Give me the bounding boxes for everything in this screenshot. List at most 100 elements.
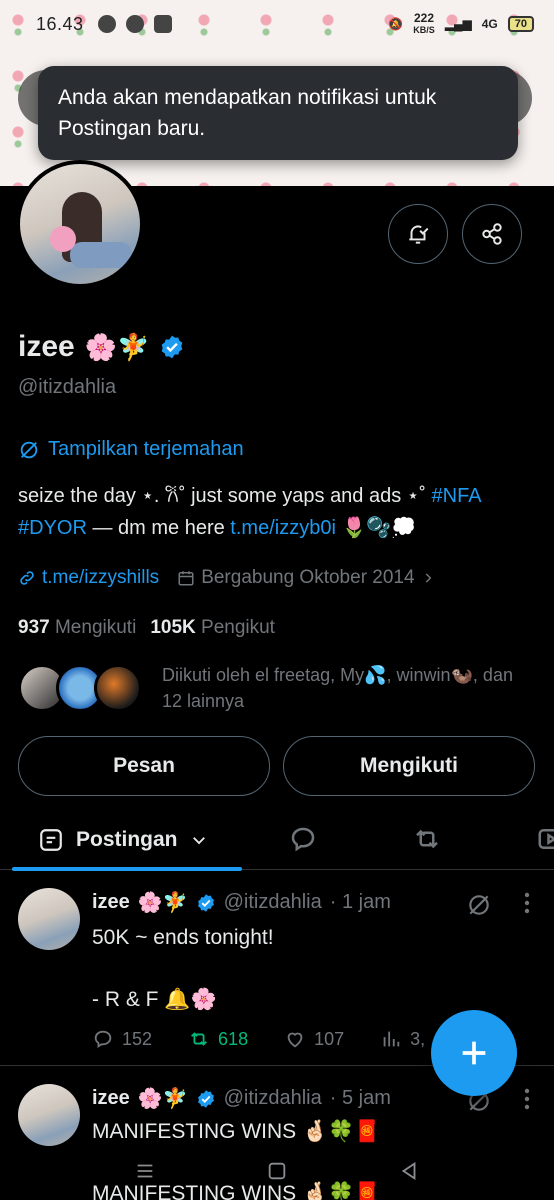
status-bar: 16.43 🔕 222 KB/S ▂▄▆ 4G 70 <box>0 0 554 48</box>
repost-count: 618 <box>218 1028 249 1049</box>
more-vertical-icon[interactable] <box>524 892 530 914</box>
followed-by[interactable]: Diikuti oleh el freetag, My💦, winwin🦦, d… <box>18 662 522 714</box>
share-icon <box>482 223 502 245</box>
plus-icon <box>462 1041 486 1065</box>
net-speed: 222 KB/S <box>413 10 435 36</box>
views-icon <box>383 1031 400 1047</box>
home-icon[interactable] <box>266 1160 288 1182</box>
like-button[interactable]: 107 <box>284 1028 344 1050</box>
chevron-right-icon <box>425 573 431 583</box>
tab-replies[interactable] <box>288 824 318 854</box>
chevron-down-icon <box>192 837 205 845</box>
verified-badge-icon[interactable] <box>159 334 185 360</box>
posts-tab-icon <box>40 829 62 851</box>
translate-icon <box>20 441 38 458</box>
name-emojis: 🌸🧚 <box>84 331 150 362</box>
avatar-flowers <box>50 226 76 252</box>
website-url: t.me/izzyshills <box>42 567 160 588</box>
net-speed-unit: KB/S <box>413 24 435 35</box>
following-button[interactable]: Mengikuti <box>283 736 535 796</box>
tab-media[interactable] <box>536 824 554 854</box>
signal-icon: ▂▄▆ <box>444 17 472 31</box>
share-profile-button[interactable] <box>462 204 522 264</box>
status-right: 🔕 222 KB/S ▂▄▆ 4G 70 <box>388 10 534 36</box>
view-count: 3, <box>410 1028 426 1049</box>
follow-stats: 937 Mengikuti 105K Pengikut <box>18 617 275 639</box>
tweet-text: 50K ~ ends tonight! - R & F 🔔🌸 <box>92 926 274 1011</box>
tweet-author-handle: @itizdahlia <box>223 1087 322 1109</box>
network-type: 4G <box>481 17 498 31</box>
link-icon <box>20 571 34 585</box>
profile-handle: @itizdahlia <box>18 376 117 398</box>
reply-count: 152 <box>122 1028 153 1049</box>
tweet-time: · 5 jam <box>329 1087 391 1109</box>
translate-link[interactable]: Tampilkan terjemahan <box>18 438 244 461</box>
tweet-avatar[interactable] <box>18 888 80 950</box>
bio-telegram-link[interactable]: t.me/izzyb0i <box>230 517 336 539</box>
reply-icon <box>94 1030 112 1049</box>
reply-button[interactable]: 152 <box>92 1028 152 1050</box>
whatsapp-icon <box>97 15 116 33</box>
mute-icon: 🔕 <box>388 17 404 31</box>
website-link[interactable]: t.me/izzyshills <box>18 567 159 589</box>
profile-name: izee <box>18 330 75 363</box>
tab-posts-label: Postingan <box>76 828 178 851</box>
recent-apps-icon[interactable] <box>134 1160 156 1182</box>
system-nav-bar <box>0 1142 554 1200</box>
hashtag-nfa[interactable]: #NFA <box>432 485 481 507</box>
battery-icon: 70 <box>507 16 534 32</box>
following-stat[interactable]: 937 Mengikuti <box>18 617 136 639</box>
heart-icon <box>287 1032 303 1048</box>
tweet-avatar[interactable] <box>18 1084 80 1146</box>
avatar-jeans <box>70 242 132 268</box>
joined-label: Bergabung Oktober 2014 <box>201 567 415 588</box>
grok-icon[interactable] <box>466 892 492 918</box>
followers-stat[interactable]: 105K Pengikut <box>150 617 275 639</box>
tweet-header: izee 🌸🧚 @itizdahlia · 1 jam <box>92 890 391 915</box>
app-notification-icon <box>125 15 144 33</box>
joined-date[interactable]: Bergabung Oktober 2014 <box>177 567 434 589</box>
follower-avatar <box>94 664 142 712</box>
repost-button[interactable]: 618 <box>188 1028 248 1050</box>
compose-post-button[interactable] <box>431 1010 517 1096</box>
hashtag-dyor[interactable]: #DYOR <box>18 517 87 539</box>
tweet-time: · 1 jam <box>329 891 391 913</box>
tweet-author-name: izee <box>92 1087 130 1109</box>
profile-avatar[interactable] <box>16 160 144 288</box>
views-button[interactable]: 3, <box>380 1028 425 1050</box>
verified-badge-icon <box>197 1089 214 1108</box>
notifications-bell-button[interactable] <box>388 204 448 264</box>
verified-badge-icon <box>197 893 214 912</box>
followers-count: 105K <box>150 617 196 638</box>
bio-middle: — dm me here <box>86 517 231 539</box>
profile-meta: t.me/izzyshills Bergabung Oktober 2014 <box>18 567 435 589</box>
notification-toast: Anda akan mendapatkan notifikasi untuk P… <box>38 66 518 160</box>
like-count: 107 <box>314 1028 345 1049</box>
tweet-author-emojis: 🌸🧚 <box>137 892 188 914</box>
net-speed-value: 222 <box>413 10 435 25</box>
followers-label: Pengikut <box>201 617 275 638</box>
tweet-author-handle: @itizdahlia <box>223 891 322 913</box>
bell-check-icon <box>409 225 429 244</box>
status-notification-icons <box>97 15 172 33</box>
more-vertical-icon[interactable] <box>524 1088 530 1110</box>
bio-end: 🌷🫧💭 <box>335 517 417 539</box>
tab-posts[interactable]: Postingan <box>38 810 208 870</box>
calendar-icon <box>178 571 194 586</box>
wallet-icon <box>153 15 172 33</box>
tweet-author-name: izee <box>92 891 130 913</box>
back-icon[interactable] <box>398 1160 420 1182</box>
bio-text: seize the day ⋆. 𐙚˚ just some yaps and a… <box>18 485 432 507</box>
profile-tabs: Postingan <box>0 810 554 871</box>
following-count: 937 <box>18 617 50 638</box>
profile-bio: seize the day ⋆. 𐙚˚ just some yaps and a… <box>18 480 538 544</box>
translate-label: Tampilkan terjemahan <box>48 438 244 460</box>
tweet-author-emojis: 🌸🧚 <box>137 1088 188 1110</box>
status-time: 16.43 <box>36 13 84 34</box>
repost-icon <box>191 1032 208 1046</box>
message-button[interactable]: Pesan <box>18 736 270 796</box>
tab-reposts[interactable] <box>412 824 442 854</box>
active-tab-indicator <box>12 867 242 871</box>
following-label: Mengikuti <box>54 617 137 638</box>
profile-name-row: izee 🌸🧚 <box>18 330 185 364</box>
